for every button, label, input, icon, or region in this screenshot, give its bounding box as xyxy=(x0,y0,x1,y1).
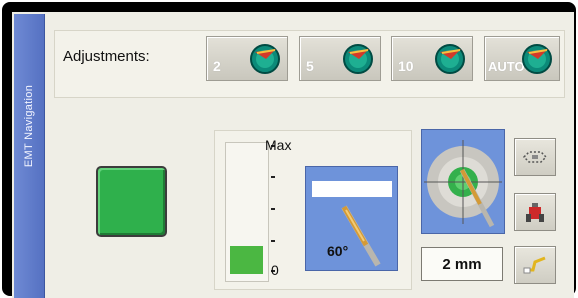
adjust-auto-button[interactable]: AUTO xyxy=(484,36,560,81)
gauge-max-label: Max xyxy=(265,137,292,153)
globe-compass-icon xyxy=(250,44,280,74)
adjust-5-button[interactable]: 5 xyxy=(299,36,381,81)
adjust-2-label: 2 xyxy=(213,58,221,74)
target-crosshair-graphic xyxy=(424,140,502,228)
catheter-angle-graphic xyxy=(312,181,392,267)
red-marker-tool-icon xyxy=(526,203,544,222)
target-view xyxy=(421,129,505,234)
outline-view-button[interactable] xyxy=(514,138,556,176)
adjustments-label: Adjustments: xyxy=(63,48,150,65)
distance-readout: 2 mm xyxy=(421,247,503,281)
side-tab-label: EMT Navigation xyxy=(23,84,35,168)
navigation-status-button[interactable] xyxy=(96,166,167,237)
path-curve-button[interactable] xyxy=(514,246,556,284)
adjust-2-button[interactable]: 2 xyxy=(206,36,288,81)
marker-tool-button[interactable] xyxy=(514,193,556,231)
catheter-angle-view xyxy=(305,166,398,271)
globe-compass-icon xyxy=(343,44,373,74)
adjust-10-button[interactable]: 10 xyxy=(391,36,473,81)
adjust-5-label: 5 xyxy=(306,58,314,74)
path-curve-icon xyxy=(523,256,546,274)
gauge-level-fill xyxy=(230,246,263,274)
gauge-tick xyxy=(271,176,275,178)
side-tab[interactable]: EMT Navigation xyxy=(14,14,45,298)
angle-value-label: 60° xyxy=(327,243,349,259)
adjust-10-label: 10 xyxy=(398,58,414,74)
globe-compass-icon xyxy=(435,44,465,74)
gauge-tick xyxy=(271,240,275,242)
gauge-zero-label: 0 xyxy=(271,262,279,278)
gauge-tick xyxy=(271,208,275,210)
globe-compass-icon xyxy=(522,44,552,74)
outline-view-icon xyxy=(522,151,548,163)
